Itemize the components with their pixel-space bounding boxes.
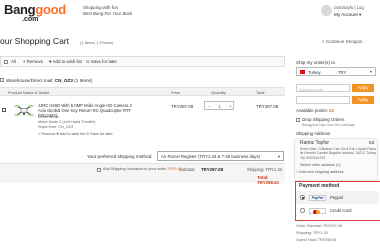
order-shipping: Shipping: TRY1.33 — [296, 231, 328, 235]
paypal-logo-icon: PayPal — [309, 195, 326, 201]
shipping-method-label: Your preferred shipping method: — [87, 154, 153, 159]
user-login-link[interactable]: ramiztayfu | Log — [334, 5, 364, 10]
shipping-address-heading: Shipping Address — [296, 131, 331, 136]
drop-shipping-label[interactable]: Drop Shipping Orders — [302, 117, 344, 122]
product-price: TRY297.08 — [171, 104, 194, 109]
shipping-cost: Shipping: TRY1.33 — [247, 167, 282, 172]
credit-card-logo-icon — [309, 208, 326, 214]
select-all-checkbox[interactable] — [4, 60, 8, 64]
credit-card-label[interactable]: Credit Card — [330, 208, 351, 213]
select-all-label[interactable]: All — [11, 59, 16, 64]
my-account-menu[interactable]: My Account ▾ — [334, 12, 361, 18]
available-points: Available points: 21 — [296, 108, 335, 113]
country-value: Turkey — [308, 69, 321, 75]
col-price: Price — [171, 90, 181, 95]
apply-coupon-button[interactable]: Apply — [352, 84, 374, 92]
add-shipping-address-link[interactable]: + Add new shipping address — [296, 170, 344, 174]
cart-toolbar: All × Remove ♥ Add to wish list ⊙ Save f… — [0, 56, 285, 67]
warehouse-label: Warehouse/Direct mail: CN_GZ3 (1 Items) — [6, 78, 93, 83]
grand-total: Grand Total: TRY298.61 — [296, 238, 337, 242]
paypal-label[interactable]: Paypal — [330, 195, 343, 200]
product-color: Color: White — [38, 115, 59, 119]
country-currency-select[interactable]: Turkey TRY ▾ — [296, 67, 376, 76]
warehouse-count: (1 Items) — [74, 78, 93, 83]
qty-value[interactable]: 1 — [219, 104, 221, 109]
payment-method-title: Payment method — [299, 183, 340, 189]
shipping-method-select[interactable]: Air Parcel Register (TRY1.33 & 7-25 busi… — [157, 151, 284, 161]
warehouse-name: CN_GZ3 — [54, 78, 73, 83]
cart-table-header: Product Name & Detail Price Quantity Tot… — [0, 87, 285, 96]
apply-points-button[interactable]: Apply — [352, 96, 374, 104]
chevron-down-icon: ▾ — [277, 153, 280, 159]
turkey-flag-icon — [300, 70, 305, 74]
col-product: Product Name & Detail — [8, 90, 49, 95]
shipping-insurance-checkbox[interactable] — [97, 168, 101, 172]
logo-dotcom: .com — [22, 16, 39, 23]
subtotal-value: TRY297.08 — [201, 167, 224, 172]
page-title: our Shopping Cart — [0, 36, 69, 46]
edit-address-link[interactable]: Ed — [369, 140, 374, 145]
chevron-down-icon: ▾ — [369, 69, 372, 75]
ship-to-heading: Ship my order(s) to — [296, 60, 336, 65]
credit-card-radio[interactable] — [300, 208, 305, 213]
remove-button[interactable]: × Remove — [23, 59, 43, 64]
cart-summary-row: Add Shipping Insurance to your order TRY… — [0, 163, 285, 185]
order-subtotal: Order Subtotal: TRY297.08 — [296, 224, 342, 228]
coupon-code-input[interactable]: Coupon code — [296, 84, 350, 92]
shipping-method-value: Air Parcel Register (TRY1.33 & 7-25 busi… — [161, 154, 261, 159]
address-details: Evren Mah. Gülbahar Cad. No:4 Kat:1 Aydi… — [300, 147, 377, 160]
cart-item-count: (1 Items, 1 Pieces) — [80, 40, 114, 45]
drop-shipping-checkbox[interactable] — [296, 118, 300, 122]
warehouse-checkbox[interactable] — [0, 78, 4, 82]
quantity-stepper[interactable]: − 1 + — [204, 101, 234, 110]
product-thumbnail[interactable] — [14, 102, 34, 120]
currency-value: TRY — [338, 69, 347, 75]
continue-shopping-link[interactable]: < Continue Shoppin — [322, 39, 362, 44]
banggood-logo[interactable]: Banggood — [4, 2, 66, 17]
tagline-secondary: Best Bang For Your Buck — [83, 11, 133, 16]
paypal-radio[interactable] — [300, 195, 305, 200]
subtotal-label: Subtotal: — [179, 167, 196, 172]
shipping-insurance-label[interactable]: Add Shipping Insurance to your order TRY… — [103, 167, 182, 171]
product-total: TRY297.08 — [256, 104, 279, 109]
add-to-wish-list-button[interactable]: ♥ Add to wish list — [49, 59, 82, 64]
product-ships-from: Ships from: CN_GZ3 — [38, 125, 74, 129]
select-other-address-link[interactable]: Select other address (1) — [300, 163, 341, 167]
tagline: Shopping with fun — [83, 5, 118, 10]
avatar[interactable] — [321, 5, 332, 16]
save-for-later-button[interactable]: ⊙ Save for later — [86, 59, 117, 65]
points-input[interactable] — [296, 96, 350, 104]
product-motor-mode: Motor Mode 2 (Left Hand Throttle) — [38, 120, 96, 124]
qty-decrease-button[interactable]: − — [208, 104, 211, 109]
qty-increase-button[interactable]: + — [229, 104, 232, 109]
product-actions[interactable]: × Remove ♥ Add to wish list ⊙ Save for l… — [38, 131, 113, 136]
col-total: Total — [256, 90, 265, 95]
col-quantity: Quantity — [211, 90, 226, 95]
product-checkbox[interactable] — [2, 108, 6, 112]
drop-shipping-note: Banggood logo from the package — [302, 123, 355, 127]
cart-total: Total: TRY298.61 — [257, 175, 280, 185]
address-name: Ramiz Tayfur — [300, 140, 330, 146]
